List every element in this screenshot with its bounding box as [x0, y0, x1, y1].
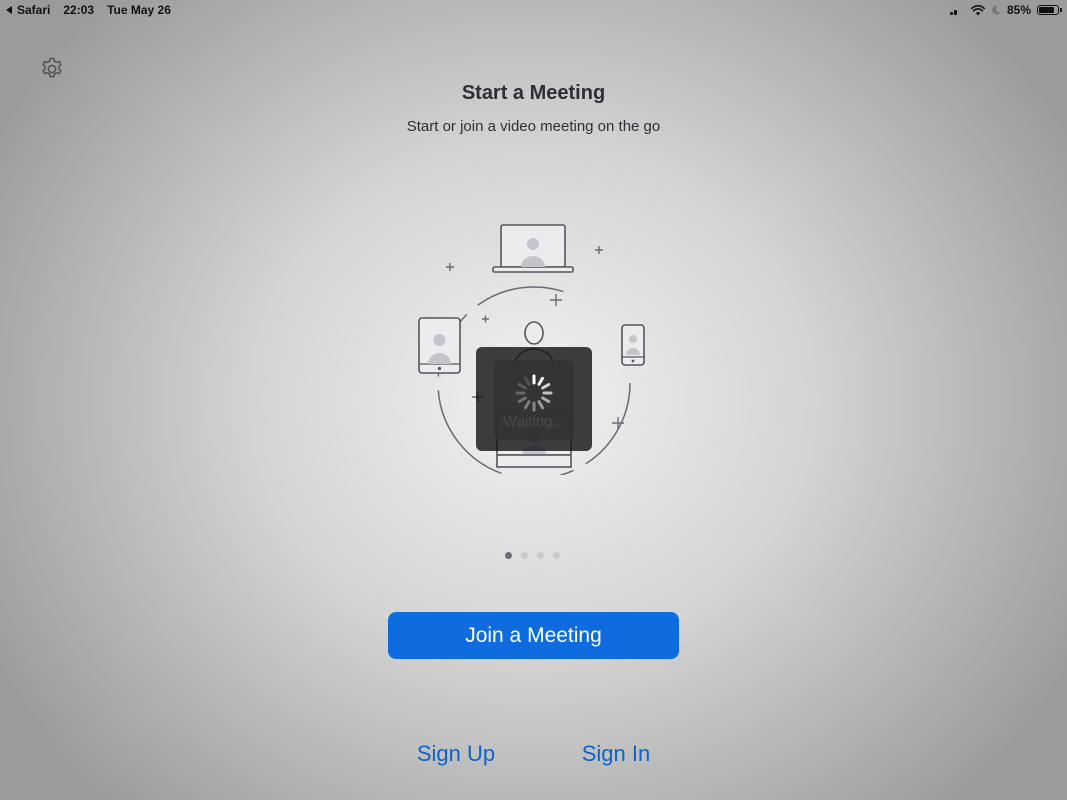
- sign-in-button[interactable]: Sign In: [566, 738, 666, 770]
- loading-spinner-icon: [515, 374, 553, 412]
- status-bar: Safari 22:03 Tue May 26 85%: [0, 0, 1067, 20]
- page-title: Start a Meeting: [461, 82, 606, 104]
- sign-up-button[interactable]: Sign Up: [406, 738, 506, 770]
- back-app-label: Safari: [17, 3, 51, 17]
- moon-icon: [992, 5, 1001, 15]
- battery-fill: [1039, 7, 1055, 13]
- page-dot[interactable]: [505, 552, 512, 559]
- back-to-app-button[interactable]: Safari 22:03 Tue May 26: [6, 3, 171, 17]
- sign-up-label: Sign Up: [416, 741, 496, 766]
- page-dot[interactable]: [537, 552, 544, 559]
- back-arrow-icon: [6, 6, 12, 14]
- join-meeting-label: Join a Meeting: [465, 623, 602, 647]
- page-indicator[interactable]: [505, 552, 560, 559]
- page-dot[interactable]: [553, 552, 560, 559]
- status-indicators: 85%: [949, 3, 1062, 17]
- laptop-icon: [492, 224, 574, 273]
- gear-icon: [42, 57, 62, 78]
- battery-icon: [1037, 5, 1062, 15]
- page-subtitle: Start or join a video meeting on the go: [406, 118, 661, 135]
- waiting-label: Waiting...: [503, 413, 565, 430]
- tablet-icon: [418, 317, 461, 374]
- wifi-icon: [970, 4, 985, 15]
- cellular-signal-icon: [949, 5, 965, 15]
- settings-button[interactable]: [38, 55, 66, 83]
- waiting-overlay: Waiting...: [476, 347, 592, 451]
- battery-percentage: 85%: [1006, 3, 1031, 17]
- phone-icon: [621, 324, 645, 366]
- sign-in-label: Sign In: [581, 741, 651, 766]
- status-time: 22:03: [63, 3, 95, 17]
- join-meeting-button[interactable]: Join a Meeting: [388, 612, 679, 659]
- page-dot[interactable]: [521, 552, 528, 559]
- status-date: Tue May 26: [107, 3, 171, 17]
